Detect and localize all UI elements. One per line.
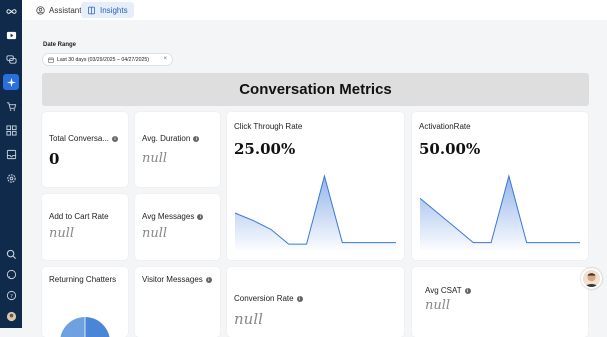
- returning-chatters-title: Returning Chatters: [49, 275, 116, 284]
- avg-csat-value: null: [425, 298, 450, 313]
- book-icon: [87, 6, 96, 15]
- returning-chatters-card: Returning Chatters: [42, 267, 128, 337]
- click-through-rate-title: Click Through Rate: [234, 122, 302, 131]
- page-title: Conversation Metrics: [239, 81, 392, 98]
- click-through-rate-chart: [233, 172, 398, 254]
- top-tab-bar: Assistant Insights: [22, 0, 607, 20]
- avg-csat-card: Avg CSAT i null: [412, 267, 588, 337]
- total-conversations-card: Total Conversa... i 0: [42, 112, 128, 187]
- search-icon[interactable]: [3, 246, 19, 262]
- settings-icon[interactable]: [3, 170, 19, 186]
- clear-date-button[interactable]: ×: [163, 56, 167, 62]
- conversion-rate-value: null: [234, 310, 263, 328]
- total-conversations-label: Total Conversa...: [49, 134, 109, 143]
- returning-chatters-pie: [60, 317, 110, 337]
- info-icon[interactable]: i: [193, 136, 199, 142]
- tab-assistant-label: Assistant: [49, 6, 81, 15]
- chart-area: [420, 176, 580, 250]
- activation-rate-value: 50.00%: [419, 140, 480, 158]
- inbox-icon[interactable]: [3, 146, 19, 162]
- date-range-value: Last 30 days (03/29/2025 – 04/27/2025): [57, 57, 149, 63]
- chat-bubbles-icon[interactable]: [3, 51, 19, 67]
- help-icon[interactable]: ?: [3, 287, 19, 303]
- support-agent-avatar[interactable]: [581, 268, 602, 289]
- infinity-logo-icon[interactable]: [3, 3, 19, 19]
- info-icon[interactable]: i: [297, 296, 303, 302]
- info-icon[interactable]: i: [197, 214, 203, 220]
- avg-duration-label: Avg. Duration: [142, 134, 190, 143]
- calendar-icon: [48, 57, 54, 63]
- tab-insights[interactable]: Insights: [81, 2, 134, 18]
- avg-duration-value: null: [142, 151, 167, 166]
- info-icon[interactable]: i: [465, 288, 471, 294]
- total-conversations-value: 0: [49, 150, 59, 168]
- avg-messages-card: Avg Messages i null: [135, 194, 220, 260]
- message-icon[interactable]: [3, 266, 19, 282]
- visitor-messages-title: Visitor Messages i: [142, 275, 212, 284]
- tab-insights-label: Insights: [100, 6, 128, 15]
- avg-messages-value: null: [142, 226, 167, 241]
- avg-messages-title: Avg Messages i: [142, 212, 203, 221]
- user-circle-icon: [36, 6, 45, 15]
- avg-duration-card: Avg. Duration i null: [135, 112, 220, 187]
- conversion-rate-title: Conversion Rate i: [234, 294, 303, 303]
- svg-text:?: ?: [10, 293, 13, 299]
- date-range-picker[interactable]: Last 30 days (03/29/2025 – 04/27/2025) ×: [42, 53, 173, 66]
- activation-rate-chart: [418, 172, 582, 254]
- sidebar: ?: [0, 0, 22, 328]
- info-icon[interactable]: i: [206, 277, 212, 283]
- avg-csat-title: Avg CSAT i: [425, 286, 471, 295]
- add-to-cart-rate-value: null: [49, 226, 74, 241]
- click-through-rate-label: Click Through Rate: [234, 122, 302, 131]
- conversation-metrics-banner: Conversation Metrics: [42, 73, 589, 106]
- chart-area: [235, 176, 396, 250]
- activation-rate-label: ActivationRate: [419, 122, 471, 131]
- add-to-cart-rate-title: Add to Cart Rate: [49, 212, 109, 221]
- grid-icon[interactable]: [3, 122, 19, 138]
- add-to-cart-rate-label: Add to Cart Rate: [49, 212, 109, 221]
- sparkle-icon[interactable]: [3, 74, 19, 90]
- activation-rate-title: ActivationRate: [419, 122, 471, 131]
- avg-csat-label: Avg CSAT: [425, 286, 462, 295]
- activation-rate-card: ActivationRate 50.00%: [412, 112, 588, 260]
- info-icon[interactable]: i: [112, 136, 118, 142]
- visitor-messages-label: Visitor Messages: [142, 275, 203, 284]
- avg-messages-label: Avg Messages: [142, 212, 194, 221]
- click-through-rate-value: 25.00%: [234, 140, 295, 158]
- insights-main: Date Range Last 30 days (03/29/2025 – 04…: [22, 20, 607, 328]
- visitor-messages-card: Visitor Messages i: [135, 267, 220, 337]
- date-range-label: Date Range: [43, 42, 76, 48]
- user-avatar-icon[interactable]: [3, 308, 19, 324]
- cart-icon[interactable]: [3, 98, 19, 114]
- play-icon[interactable]: [3, 27, 19, 43]
- click-through-rate-card: Click Through Rate 25.00%: [227, 112, 404, 260]
- avg-duration-title: Avg. Duration i: [142, 134, 199, 143]
- returning-chatters-label: Returning Chatters: [49, 275, 116, 284]
- total-conversations-title: Total Conversa... i: [49, 134, 118, 143]
- conversion-rate-label: Conversion Rate: [234, 294, 294, 303]
- add-to-cart-rate-card: Add to Cart Rate null: [42, 194, 128, 260]
- conversion-rate-card: Conversion Rate i null: [227, 267, 404, 337]
- agent-face-icon: [583, 270, 600, 287]
- tab-assistant[interactable]: Assistant: [30, 2, 87, 18]
